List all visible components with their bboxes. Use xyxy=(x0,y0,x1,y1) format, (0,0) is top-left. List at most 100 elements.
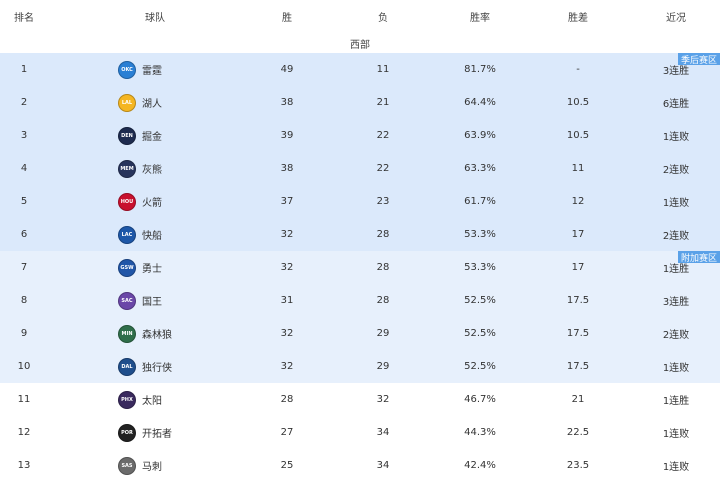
team-name[interactable]: 独行侠 xyxy=(142,359,172,374)
team-name[interactable]: 灰熊 xyxy=(142,161,162,176)
rank-cell: 5 xyxy=(20,196,28,207)
team-cell[interactable]: LAC 快船 xyxy=(118,218,238,251)
team-name[interactable]: 雷霆 xyxy=(142,62,162,77)
team-cell[interactable]: DEN 掘金 xyxy=(118,119,238,152)
team-name[interactable]: 开拓者 xyxy=(142,425,172,440)
win-pct-cell: 53.3% xyxy=(464,262,496,273)
games-behind-cell: 22.5 xyxy=(566,427,590,438)
losses-cell: 22 xyxy=(376,130,390,141)
team-logo-icon: MIN xyxy=(118,324,136,343)
team-cell[interactable]: DAL 独行侠 xyxy=(118,350,238,383)
team-cell[interactable]: GSW 勇士 xyxy=(118,251,238,284)
rank-cell: 6 xyxy=(20,229,28,240)
team-name[interactable]: 马刺 xyxy=(142,458,162,473)
team-logo-icon: SAC xyxy=(118,291,136,310)
losses-cell: 28 xyxy=(376,229,390,240)
rank-cell: 7 xyxy=(20,262,28,273)
rank-cell: 2 xyxy=(20,97,28,108)
wins-cell: 28 xyxy=(280,394,294,405)
games-behind-cell: 17.5 xyxy=(566,328,590,339)
header-games-behind: 胜差 xyxy=(568,13,588,24)
losses-cell: 29 xyxy=(376,328,390,339)
team-cell[interactable]: SAS 马刺 xyxy=(118,449,238,482)
team-cell[interactable]: OKC 雷霆 xyxy=(118,53,238,86)
team-logo-icon: POR xyxy=(118,423,136,442)
standings-table: 排名 球队 胜 负 胜率 胜差 近况 西部 1 OKC 雷霆 49 11 81.7% -3连… xyxy=(0,0,720,482)
team-logo-icon: SAS xyxy=(118,456,136,475)
table-body: 1 OKC 雷霆 49 11 81.7% -3连胜 季后赛区 2 LAL 湖人 38 21 64.4% 10… xyxy=(0,53,720,482)
rank-cell: 11 xyxy=(17,394,31,405)
streak-cell: 2连败 xyxy=(662,231,690,242)
team-name[interactable]: 国王 xyxy=(142,293,162,308)
playin-zone-label: 附加赛区 xyxy=(677,251,720,264)
games-behind-cell: 17 xyxy=(571,229,585,240)
team-cell[interactable]: PHX 太阳 xyxy=(118,383,238,416)
team-cell[interactable]: LAL 湖人 xyxy=(118,86,238,119)
team-name[interactable]: 快船 xyxy=(142,227,162,242)
losses-cell: 34 xyxy=(376,427,390,438)
table-row[interactable]: 8 SAC 国王 31 28 52.5% 17.5 3连胜 xyxy=(0,284,720,317)
table-row[interactable]: 4 MEM 灰熊 38 22 63.3% 11 2连败 xyxy=(0,152,720,185)
team-name[interactable]: 太阳 xyxy=(142,392,162,407)
rank-cell: 4 xyxy=(20,163,28,174)
team-cell[interactable]: MEM 灰熊 xyxy=(118,152,238,185)
team-cell[interactable]: HOU 火箭 xyxy=(118,185,238,218)
win-pct-cell: 63.9% xyxy=(464,130,496,141)
wins-cell: 25 xyxy=(280,460,294,471)
team-name[interactable]: 湖人 xyxy=(142,95,162,110)
table-row[interactable]: 2 LAL 湖人 38 21 64.4% 10.5 6连胜 xyxy=(0,86,720,119)
team-cell[interactable]: SAC 国王 xyxy=(118,284,238,317)
team-cell[interactable]: MIN 森林狼 xyxy=(118,317,238,350)
team-logo-icon: DEN xyxy=(118,126,136,145)
rank-cell: 10 xyxy=(17,361,31,372)
team-name[interactable]: 掘金 xyxy=(142,128,162,143)
wins-cell: 38 xyxy=(280,163,294,174)
table-row[interactable]: 1 OKC 雷霆 49 11 81.7% -3连胜 季后赛区 xyxy=(0,53,720,86)
losses-cell: 32 xyxy=(376,394,390,405)
team-name[interactable]: 勇士 xyxy=(142,260,162,275)
games-behind-cell: 17 xyxy=(571,262,585,273)
table-row[interactable]: 11 PHX 太阳 28 32 46.7% 21 1连胜 xyxy=(0,383,720,416)
win-pct-cell: 52.5% xyxy=(464,328,496,339)
win-pct-cell: 64.4% xyxy=(464,97,496,108)
table-row[interactable]: 10 DAL 独行侠 32 29 52.5% 17.5 1连败 xyxy=(0,350,720,383)
table-row[interactable]: 5 HOU 火箭 37 23 61.7% 12 1连败 xyxy=(0,185,720,218)
team-logo-icon: DAL xyxy=(118,357,136,376)
team-name[interactable]: 火箭 xyxy=(142,194,162,209)
games-behind-cell: 11 xyxy=(571,163,585,174)
streak-cell: 1连败 xyxy=(662,462,690,473)
table-row[interactable]: 7 GSW 勇士 32 28 53.3% 17 1连胜 附加赛区 xyxy=(0,251,720,284)
games-behind-cell: 23.5 xyxy=(566,460,590,471)
win-pct-cell: 46.7% xyxy=(464,394,496,405)
rank-cell: 9 xyxy=(20,328,28,339)
team-logo-icon: OKC xyxy=(118,60,136,79)
losses-cell: 29 xyxy=(376,361,390,372)
losses-cell: 34 xyxy=(376,460,390,471)
wins-cell: 37 xyxy=(280,196,294,207)
win-pct-cell: 52.5% xyxy=(464,295,496,306)
header-losses: 负 xyxy=(378,13,388,24)
wins-cell: 32 xyxy=(280,361,294,372)
win-pct-cell: 63.3% xyxy=(464,163,496,174)
table-header: 排名 球队 胜 负 胜率 胜差 近况 xyxy=(0,0,720,33)
team-cell[interactable]: POR 开拓者 xyxy=(118,416,238,449)
table-row[interactable]: 13 SAS 马刺 25 34 42.4% 23.5 1连败 xyxy=(0,449,720,482)
win-pct-cell: 44.3% xyxy=(464,427,496,438)
games-behind-cell: 12 xyxy=(571,196,585,207)
table-row[interactable]: 3 DEN 掘金 39 22 63.9% 10.5 1连败 xyxy=(0,119,720,152)
table-row[interactable]: 9 MIN 森林狼 32 29 52.5% 17.5 2连败 xyxy=(0,317,720,350)
rank-cell: 13 xyxy=(17,460,31,471)
streak-cell: 1连败 xyxy=(662,132,690,143)
streak-cell: 6连胜 xyxy=(662,99,690,110)
table-row[interactable]: 6 LAC 快船 32 28 53.3% 17 2连败 xyxy=(0,218,720,251)
losses-cell: 23 xyxy=(376,196,390,207)
streak-cell: 1连胜 xyxy=(662,396,690,407)
conference-title: 西部 xyxy=(350,39,370,51)
team-name[interactable]: 森林狼 xyxy=(142,326,172,341)
games-behind-cell: 17.5 xyxy=(566,295,590,306)
table-row[interactable]: 12 POR 开拓者 27 34 44.3% 22.5 1连败 xyxy=(0,416,720,449)
streak-cell: 2连败 xyxy=(662,165,690,176)
wins-cell: 49 xyxy=(280,64,294,75)
games-behind-cell: 21 xyxy=(571,394,585,405)
win-pct-cell: 81.7% xyxy=(464,64,496,75)
